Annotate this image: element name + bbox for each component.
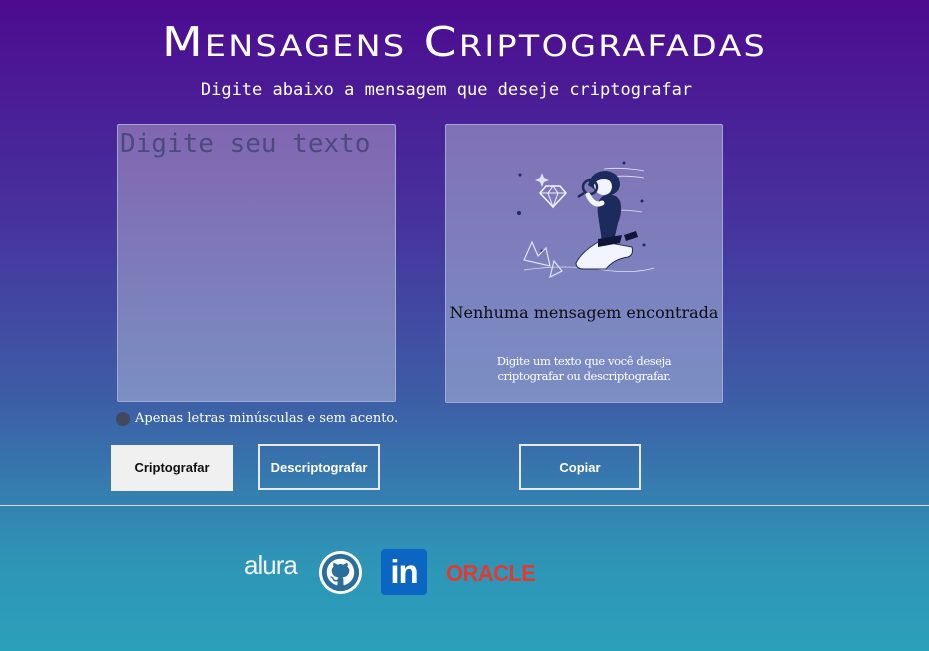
page-subtitle: Digite abaixo a mensagem que deseje crip…: [200, 80, 693, 100]
empty-state-text: Digite um texto que você deseja criptogr…: [496, 354, 672, 383]
page-title: Mensagens Criptografadas: [161, 18, 768, 66]
decrypt-button[interactable]: Descriptografar: [258, 444, 380, 490]
github-icon[interactable]: [317, 549, 364, 596]
encrypt-button[interactable]: Criptografar: [111, 445, 233, 491]
hint-text: Apenas letras minúsculas e sem acento.: [135, 411, 399, 426]
copy-button[interactable]: Copiar: [519, 444, 641, 490]
alura-logo[interactable]: alura: [244, 550, 298, 581]
oracle-logo[interactable]: ORACLE: [446, 560, 536, 587]
person-with-magnifier-illustration: [517, 161, 655, 279]
empty-state-title: Nenhuma mensagem encontrada: [449, 303, 719, 322]
input-hint: Apenas letras minúsculas e sem acento.: [116, 411, 398, 426]
info-icon: [116, 411, 130, 426]
message-input[interactable]: [118, 125, 395, 401]
message-input-container: [117, 124, 396, 402]
output-panel: Nenhuma mensagem encontrada Digite um te…: [445, 124, 723, 403]
linkedin-logo[interactable]: in: [381, 549, 427, 595]
